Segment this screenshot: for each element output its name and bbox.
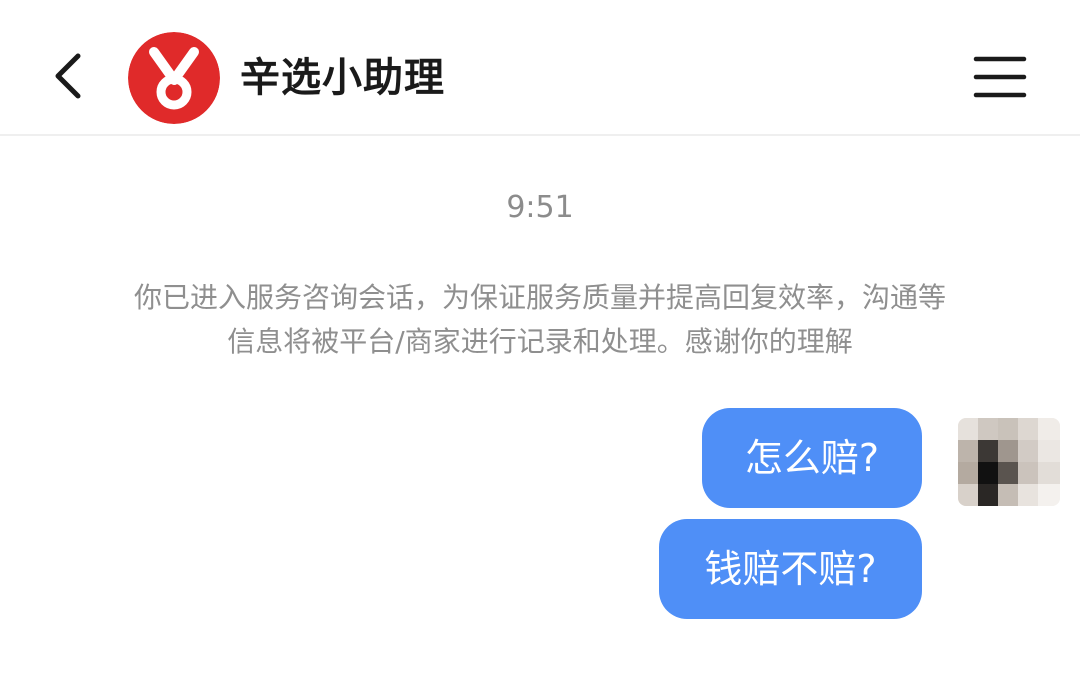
back-button[interactable] — [40, 44, 100, 108]
assistant-logo — [128, 32, 220, 124]
chevron-left-icon — [55, 53, 81, 99]
chat-title: 辛选小助理 — [240, 55, 445, 101]
system-notice-line: 信息将被平台/商家进行记录和处理。感谢你的理解 — [227, 325, 853, 358]
outgoing-message-bubble[interactable]: 钱赔不赔? — [659, 519, 922, 619]
message-timestamp: 9:51 — [506, 190, 574, 225]
hamburger-menu-icon — [973, 56, 1027, 98]
outgoing-message-bubble[interactable]: 怎么赔? — [702, 408, 922, 508]
brand-logo-icon — [128, 32, 220, 124]
user-avatar[interactable] — [958, 418, 1060, 506]
menu-button[interactable] — [970, 52, 1030, 102]
system-notice: 你已进入服务咨询会话，为保证服务质量并提高回复效率，沟通等 信息将被平台/商家进… — [90, 276, 990, 364]
chat-screen: 辛选小助理 9:51 你已进入服务咨询会话，为保证服务质量并提高回复效率，沟通等… — [0, 0, 1080, 683]
system-notice-line: 你已进入服务咨询会话，为保证服务质量并提高回复效率，沟通等 — [133, 281, 946, 314]
chat-header: 辛选小助理 — [0, 0, 1080, 136]
pixelated-avatar-image — [958, 418, 1060, 506]
